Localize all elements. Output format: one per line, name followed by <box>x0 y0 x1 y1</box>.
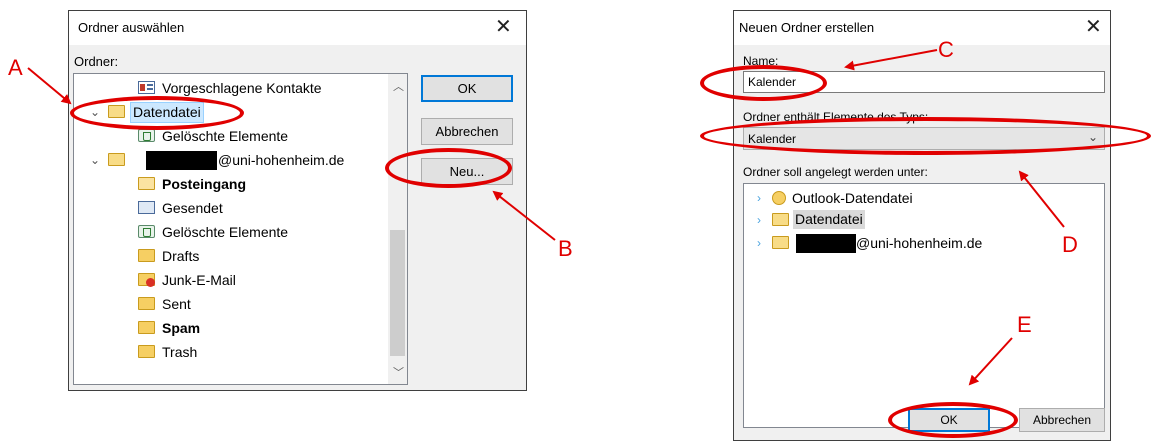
arrow-a <box>27 67 72 105</box>
arrow-e <box>968 337 1013 386</box>
arrow-c <box>844 49 938 71</box>
arrow-d <box>1018 170 1065 228</box>
annotation-arrows <box>27 49 1065 386</box>
annotation-label-a: A <box>8 55 23 80</box>
arrow-b <box>492 190 556 241</box>
annotation-label-e: E <box>1017 312 1032 337</box>
annotation-label-b: B <box>558 236 573 261</box>
annotation-label-d: D <box>1062 232 1078 257</box>
annotation-label-c: C <box>938 37 954 62</box>
